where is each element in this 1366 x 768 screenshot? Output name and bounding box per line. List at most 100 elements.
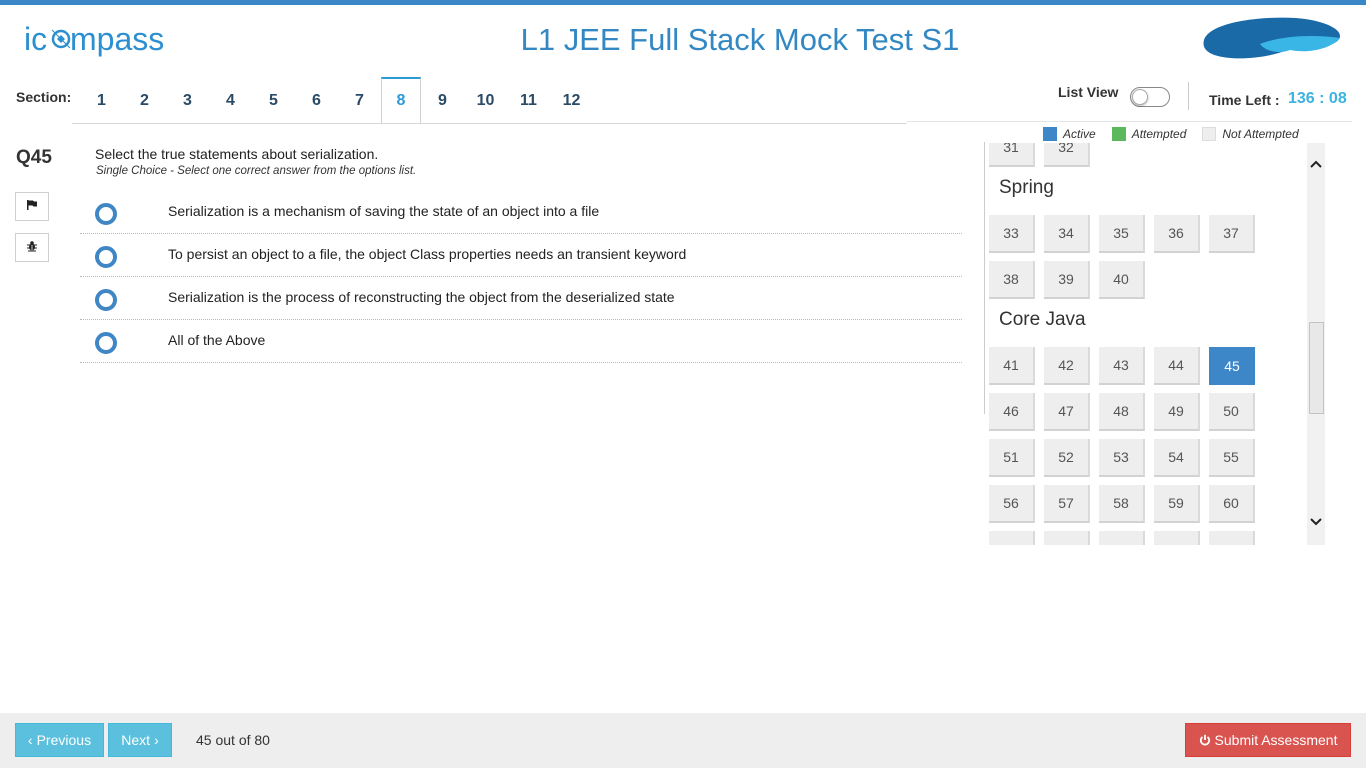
question-palette-item[interactable] bbox=[1099, 531, 1145, 545]
scroll-up-arrow[interactable] bbox=[1307, 155, 1325, 173]
legend-active-swatch bbox=[1043, 127, 1057, 141]
question-palette-item[interactable]: 39 bbox=[1044, 261, 1090, 299]
report-bug-button[interactable] bbox=[15, 233, 49, 262]
time-left-label: Time Left : bbox=[1209, 92, 1280, 108]
option-text: Serialization is the process of reconstr… bbox=[168, 289, 675, 305]
radio-button[interactable] bbox=[95, 246, 117, 268]
question-palette-item[interactable]: 34 bbox=[1044, 215, 1090, 253]
question-palette-item[interactable]: 55 bbox=[1209, 439, 1255, 477]
scroll-down-arrow[interactable] bbox=[1307, 513, 1325, 531]
previous-button[interactable]: ‹ Previous bbox=[15, 723, 104, 757]
legend-attempted-swatch bbox=[1111, 127, 1126, 141]
scroll-thumb[interactable] bbox=[1309, 322, 1324, 414]
radio-button[interactable] bbox=[95, 289, 117, 311]
legend-not-attempted-label: Not Attempted bbox=[1222, 127, 1299, 141]
question-palette-item[interactable] bbox=[989, 531, 1035, 545]
question-palette-item[interactable]: 38 bbox=[989, 261, 1035, 299]
question-palette-item[interactable]: 58 bbox=[1099, 485, 1145, 523]
question-palette-item[interactable]: 50 bbox=[1209, 393, 1255, 431]
tab-section-1[interactable]: 1 bbox=[80, 77, 123, 124]
question-palette-item[interactable] bbox=[1154, 531, 1200, 545]
question-palette-item[interactable]: 51 bbox=[989, 439, 1035, 477]
flag-icon bbox=[26, 198, 38, 216]
question-palette-item[interactable]: 44 bbox=[1154, 347, 1200, 385]
question-palette-item[interactable]: 56 bbox=[989, 485, 1035, 523]
question-palette-item[interactable]: 59 bbox=[1154, 485, 1200, 523]
answer-option[interactable]: To persist an object to a file, the obje… bbox=[80, 234, 962, 277]
tab-section-11[interactable]: 11 bbox=[507, 77, 550, 124]
question-palette: 31 32 Spring 33 34 35 36 37 38 39 40 Core Java 41 42 4… bbox=[986, 143, 1306, 545]
question-palette-item[interactable]: 47 bbox=[1044, 393, 1090, 431]
next-label: Next bbox=[121, 732, 151, 748]
tab-section-8[interactable]: 8 bbox=[381, 77, 421, 124]
question-palette-item[interactable]: 42 bbox=[1044, 347, 1090, 385]
tab-section-9[interactable]: 9 bbox=[421, 77, 464, 124]
tab-section-4[interactable]: 4 bbox=[209, 77, 252, 124]
question-palette-item[interactable] bbox=[1044, 531, 1090, 545]
svg-text:mpass: mpass bbox=[70, 21, 164, 57]
radio-button[interactable] bbox=[95, 332, 117, 354]
tab-section-6[interactable]: 6 bbox=[295, 77, 338, 124]
legend-not-attempted: Not Attempted bbox=[1202, 127, 1299, 141]
question-palette-item[interactable]: 36 bbox=[1154, 215, 1200, 253]
bug-icon bbox=[26, 239, 38, 257]
question-palette-item[interactable]: 40 bbox=[1099, 261, 1145, 299]
brand-swoosh-logo bbox=[1200, 14, 1345, 62]
tab-section-7[interactable]: 7 bbox=[338, 77, 381, 124]
question-palette-item[interactable]: 33 bbox=[989, 215, 1035, 253]
tab-section-5[interactable]: 5 bbox=[252, 77, 295, 124]
list-view-toggle[interactable] bbox=[1130, 87, 1170, 107]
question-palette-item[interactable]: 46 bbox=[989, 393, 1035, 431]
question-palette-item[interactable]: 52 bbox=[1044, 439, 1090, 477]
icompass-logo: ic mpass bbox=[24, 20, 184, 62]
list-view-label: List View bbox=[1058, 84, 1119, 100]
tab-section-2[interactable]: 2 bbox=[123, 77, 166, 124]
question-palette-item[interactable]: 41 bbox=[989, 347, 1035, 385]
legend-active-label: Active bbox=[1063, 127, 1096, 141]
chevron-up-icon bbox=[1310, 160, 1322, 168]
question-palette-item[interactable]: 60 bbox=[1209, 485, 1255, 523]
question-palette-item[interactable]: 48 bbox=[1099, 393, 1145, 431]
radio-button[interactable] bbox=[95, 203, 117, 225]
question-palette-item[interactable]: 49 bbox=[1154, 393, 1200, 431]
toggle-knob bbox=[1132, 89, 1148, 105]
tab-section-3[interactable]: 3 bbox=[166, 77, 209, 124]
question-palette-item[interactable]: 53 bbox=[1099, 439, 1145, 477]
question-palette-item[interactable]: 35 bbox=[1099, 215, 1145, 253]
question-palette-item[interactable] bbox=[1209, 531, 1255, 545]
flag-button[interactable] bbox=[15, 192, 49, 221]
legend-attempted-label: Attempted bbox=[1131, 127, 1187, 141]
tabs-divider bbox=[72, 123, 907, 124]
question-progress: 45 out of 80 bbox=[196, 732, 270, 748]
option-text: To persist an object to a file, the obje… bbox=[168, 246, 687, 262]
section-label: Section: bbox=[16, 89, 72, 105]
question-palette-item[interactable]: 31 bbox=[989, 143, 1035, 167]
question-palette-item[interactable]: 45 bbox=[1209, 347, 1255, 385]
legend-attempted: Attempted bbox=[1111, 127, 1187, 141]
palette-group-title: Core Java bbox=[999, 309, 1086, 330]
answer-option[interactable]: All of the Above bbox=[80, 320, 962, 363]
question-palette-item[interactable]: 43 bbox=[1099, 347, 1145, 385]
legend-not-attempted-swatch bbox=[1202, 127, 1217, 141]
question-palette-item[interactable]: 32 bbox=[1044, 143, 1090, 167]
section-tabs: 1 2 3 4 5 6 7 8 9 10 11 12 bbox=[80, 77, 593, 124]
tab-section-12[interactable]: 12 bbox=[550, 77, 593, 124]
question-palette-item[interactable]: 37 bbox=[1209, 215, 1255, 253]
palette-scrollbar[interactable] bbox=[1307, 143, 1325, 545]
next-button[interactable]: Next › bbox=[108, 723, 172, 757]
chevron-left-icon: ‹ bbox=[27, 732, 33, 748]
option-text: All of the Above bbox=[168, 332, 266, 348]
answer-option[interactable]: Serialization is the process of reconstr… bbox=[80, 277, 962, 320]
submit-label: Submit Assessment bbox=[1214, 732, 1338, 748]
question-palette-item[interactable]: 54 bbox=[1154, 439, 1200, 477]
answer-options: Serialization is a mechanism of saving t… bbox=[80, 191, 962, 363]
submit-assessment-button[interactable]: Submit Assessment bbox=[1185, 723, 1351, 757]
header-separator bbox=[1188, 82, 1189, 110]
svg-text:ic: ic bbox=[24, 21, 47, 57]
panel-divider bbox=[907, 121, 1352, 122]
question-palette-item[interactable]: 57 bbox=[1044, 485, 1090, 523]
tab-section-10[interactable]: 10 bbox=[464, 77, 507, 124]
answer-option[interactable]: Serialization is a mechanism of saving t… bbox=[80, 191, 962, 234]
palette-group-title: Spring bbox=[999, 177, 1054, 198]
question-number: Q45 bbox=[16, 147, 52, 168]
